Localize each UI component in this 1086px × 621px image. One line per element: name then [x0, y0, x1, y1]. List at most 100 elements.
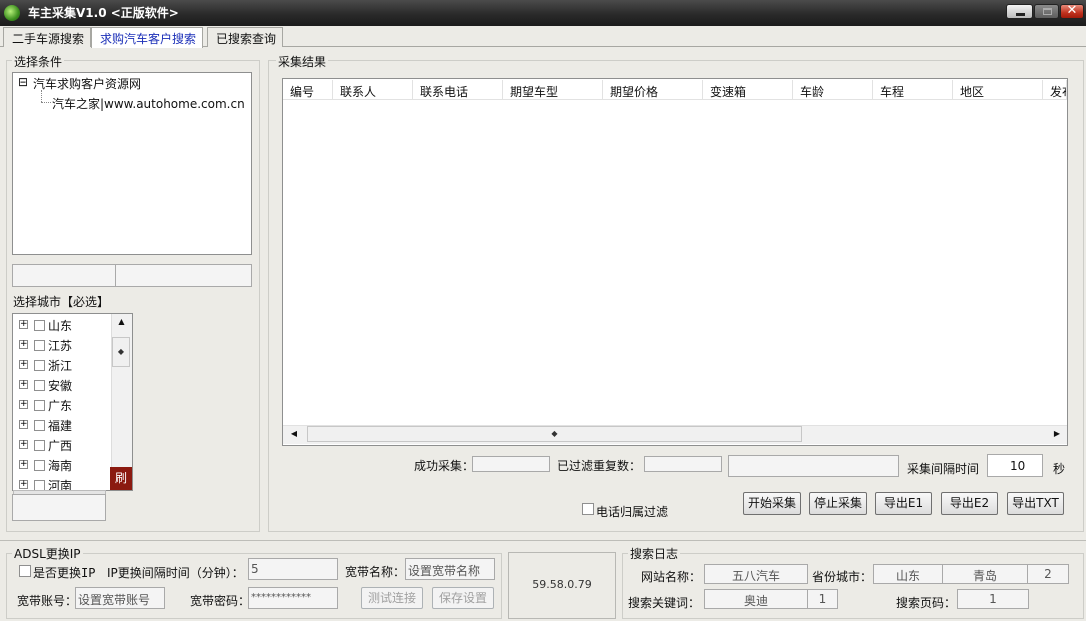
city-checkbox[interactable] — [34, 480, 45, 490]
change-ip-label[interactable]: 是否更换IP — [33, 564, 95, 581]
city-checkbox[interactable] — [34, 400, 45, 411]
page-number-label: 搜索页码： — [896, 596, 957, 610]
tab-used-car-search[interactable]: 二手车源搜索 — [3, 27, 92, 47]
phone-filter-checkbox[interactable] — [582, 503, 594, 515]
city-item[interactable]: + 广西 — [17, 436, 111, 456]
city-item[interactable]: + 江苏 — [17, 336, 111, 356]
interval-input[interactable]: 10 — [987, 454, 1043, 477]
export-txt-button[interactable]: 导出TXT — [1007, 492, 1064, 515]
column-header[interactable]: 变速箱 — [703, 80, 793, 99]
table-scroll-thumb[interactable]: ◆ — [307, 426, 802, 442]
city-checkbox[interactable] — [34, 320, 45, 331]
export-e2-button[interactable]: 导出E2 — [941, 492, 998, 515]
search-log-legend: 搜索日志 — [628, 545, 681, 562]
expand-icon[interactable]: + — [19, 480, 28, 489]
tree-child-autohome[interactable]: 汽车之家|www.autohome.com.cn — [52, 95, 245, 112]
expand-icon[interactable]: + — [19, 440, 28, 449]
tree-connector — [41, 102, 51, 103]
city-checkbox[interactable] — [34, 440, 45, 451]
city-item[interactable]: + 广东 — [17, 396, 111, 416]
start-button[interactable]: 开始采集 — [743, 492, 801, 515]
city-item[interactable]: + 福建 — [17, 416, 111, 436]
tree-root-expander[interactable]: ⊟ — [18, 75, 28, 89]
column-header[interactable]: 地区 — [953, 80, 1043, 99]
bb-account-label: 宽带账号： — [17, 594, 78, 608]
column-header[interactable]: 发布 — [1043, 80, 1067, 99]
city-legend: 选择城市【必选】 — [13, 295, 110, 309]
interval-label: 采集间隔时间 — [907, 462, 980, 476]
refresh-button[interactable]: 刷 — [110, 467, 132, 490]
scroll-up-icon[interactable]: ▲ — [113, 317, 130, 332]
city-item[interactable]: + 浙江 — [17, 356, 111, 376]
city-item[interactable]: + 海南 — [17, 456, 111, 476]
minimize-icon — [1016, 13, 1025, 16]
save-settings-button[interactable]: 保存设置 — [432, 587, 494, 609]
city-item[interactable]: + 河南 — [17, 476, 111, 490]
expand-icon[interactable]: + — [19, 380, 28, 389]
tree-root-label[interactable]: 汽车求购客户资源网 — [33, 75, 141, 92]
city-item[interactable]: + 安徽 — [17, 376, 111, 396]
city-item[interactable]: + 山东 — [17, 316, 111, 336]
results-table[interactable] — [282, 78, 1068, 446]
expand-icon[interactable]: + — [19, 400, 28, 409]
phone-filter-label[interactable]: 电话归属过滤 — [596, 503, 668, 520]
city-label: 广西 — [48, 439, 73, 453]
city-checkbox[interactable] — [34, 380, 45, 391]
city-checkbox[interactable] — [34, 340, 45, 351]
change-ip-checkbox[interactable] — [19, 565, 31, 577]
status-field-left — [12, 264, 116, 287]
close-icon: ✕ — [1066, 3, 1078, 18]
bb-name-input[interactable]: 设置宽带名称 — [405, 558, 495, 580]
results-legend: 采集结果 — [276, 53, 329, 70]
progress-field — [728, 455, 899, 477]
site-name-label: 网站名称： — [641, 570, 702, 584]
expand-icon[interactable]: + — [19, 360, 28, 369]
keyword-field: 奥迪 — [704, 589, 808, 609]
ip-display: 59.58.0.79 — [508, 552, 616, 619]
site-name-field: 五八汽车 — [704, 564, 808, 584]
city-field: 青岛 — [942, 564, 1028, 584]
filtered-count-label: 已过滤重复数： — [557, 459, 642, 473]
column-header[interactable]: 车龄 — [793, 80, 873, 99]
test-connection-button[interactable]: 测试连接 — [361, 587, 423, 609]
column-header[interactable]: 期望价格 — [603, 80, 703, 99]
export-e1-button[interactable]: 导出E1 — [875, 492, 932, 515]
city-list: + 山东 + 江苏 + 浙江 + 安徽 + 广东 + 福建 + 广西 + 海南 + 河南 — [17, 316, 111, 490]
close-button[interactable]: ✕ — [1060, 3, 1084, 19]
tab-buyer-search[interactable]: 求购汽车客户搜索 — [91, 27, 204, 48]
column-header[interactable]: 联系人 — [333, 80, 413, 99]
expand-icon[interactable]: + — [19, 460, 28, 469]
city-label: 河南 — [48, 479, 73, 490]
province-field: 山东 — [873, 564, 943, 584]
city-checkbox[interactable] — [34, 460, 45, 471]
expand-icon[interactable]: + — [19, 320, 28, 329]
bb-password-input[interactable]: ************ — [248, 587, 338, 609]
header-divider — [283, 99, 1067, 100]
success-count-label: 成功采集： — [414, 459, 475, 473]
city-label: 浙江 — [48, 359, 73, 373]
column-header[interactable]: 联系电话 — [413, 80, 503, 99]
ip-interval-input[interactable]: 5 — [248, 558, 338, 580]
expand-icon[interactable]: + — [19, 340, 28, 349]
filtered-count-field — [644, 456, 722, 472]
keyword-label: 搜索关键词： — [628, 596, 701, 610]
expand-icon[interactable]: + — [19, 420, 28, 429]
stop-button[interactable]: 停止采集 — [809, 492, 867, 515]
city-checkbox[interactable] — [34, 420, 45, 431]
column-header[interactable]: 期望车型 — [503, 80, 603, 99]
scroll-left-icon[interactable]: ◀ — [287, 427, 301, 441]
tab-searched-query[interactable]: 已搜索查询 — [207, 27, 284, 47]
city-label: 江苏 — [48, 339, 73, 353]
column-header[interactable]: 编号 — [283, 80, 333, 99]
city-label: 安徽 — [48, 379, 73, 393]
column-header[interactable]: 车程 — [873, 80, 953, 99]
bb-name-label: 宽带名称： — [345, 565, 406, 579]
adsl-legend: ADSL更换IP — [12, 545, 83, 562]
city-scroll-thumb[interactable]: ◆ — [112, 337, 130, 367]
city-checkbox[interactable] — [34, 360, 45, 371]
scroll-right-icon[interactable]: ▶ — [1050, 427, 1064, 441]
maximize-button[interactable] — [1034, 4, 1059, 19]
minimize-button[interactable] — [1006, 4, 1033, 19]
bb-account-input[interactable]: 设置宽带账号 — [75, 587, 165, 609]
status-field-right — [115, 264, 252, 287]
